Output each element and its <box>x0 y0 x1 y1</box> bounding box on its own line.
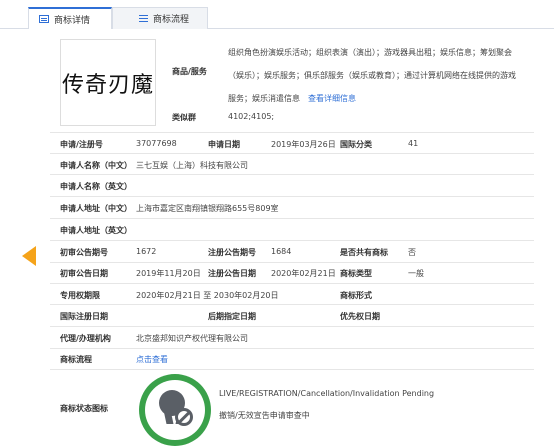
reg-issue-label: 注册公告期号 <box>208 248 256 257</box>
list-icon <box>139 14 148 23</box>
trademark-logo: 传奇刃魔 <box>60 39 156 126</box>
trademark-logo-text: 传奇刃魔 <box>61 72 154 98</box>
app-date-label: 申请日期 <box>208 140 240 149</box>
row-divider <box>50 369 534 370</box>
status-text-cn: 撤销/无效宣告申请审查中 <box>219 411 310 420</box>
status-text-en: LIVE/REGISTRATION/Cancellation/Invalidat… <box>219 389 435 398</box>
reg-issue-value: 1684 <box>271 247 292 256</box>
row-divider <box>50 348 534 349</box>
goods-services-text: 组织角色扮演娱乐活动；组织表演（演出）；游戏器具出租；娱乐信息；筹划聚会（娱乐）… <box>228 41 518 110</box>
exclusive-label: 专用权期限 <box>60 291 100 300</box>
prelim-issue-value: 1672 <box>136 247 157 256</box>
reg-date-label: 注册公告日期 <box>208 269 256 278</box>
reg-date-value: 2020年02月21日 <box>271 269 336 278</box>
applicant-cn-value: 三七互娱（上海）科技有限公司 <box>136 161 248 170</box>
intl-class-label: 国际分类 <box>340 140 372 149</box>
document-icon <box>39 15 49 23</box>
row-divider <box>50 174 534 175</box>
applicant-cn-label: 申请人名称（中文） <box>60 161 132 170</box>
previous-arrow-icon[interactable] <box>22 246 36 266</box>
similar-group-value: 4102;4105; <box>228 112 275 121</box>
row-divider <box>50 262 534 263</box>
intl-class-value: 41 <box>408 139 419 148</box>
address-en-label: 申请人地址（英文） <box>60 226 132 235</box>
reg-no-value: 37077698 <box>136 139 177 148</box>
priority-label: 优先权日期 <box>340 312 380 321</box>
tab-label: 商标流程 <box>153 15 190 25</box>
similar-group-label: 类似群 <box>172 113 196 122</box>
agent-label: 代理/办理机构 <box>60 334 111 343</box>
address-cn-value: 上海市嘉定区南翔镇银翔路655号809室 <box>136 204 279 213</box>
row-divider <box>50 153 534 154</box>
row-divider <box>50 283 534 284</box>
goods-services-value: 组织角色扮演娱乐活动；组织表演（演出）；游戏器具出租；娱乐信息；筹划聚会（娱乐）… <box>228 48 516 103</box>
tab-trademark-process[interactable]: 商标流程 <box>112 7 208 29</box>
intl-reg-date-label: 国际注册日期 <box>60 312 108 321</box>
tab-label: 商标详情 <box>54 15 91 26</box>
row-divider <box>50 326 534 327</box>
tm-type-value: 一般 <box>408 269 424 278</box>
exclusive-value: 2020年02月21日 至 2030年02月20日 <box>136 291 279 300</box>
row-divider <box>50 196 534 197</box>
goods-services-label: 商品/服务 <box>172 67 207 76</box>
status-badge-icon <box>139 374 211 446</box>
applicant-en-label: 申请人名称（英文） <box>60 182 132 191</box>
prelim-date-value: 2019年11月20日 <box>136 269 201 278</box>
tm-type-label: 商标类型 <box>340 269 372 278</box>
app-date-value: 2019年03月26日 <box>271 140 336 149</box>
row-divider <box>50 304 534 305</box>
row-divider <box>50 240 534 241</box>
prelim-date-label: 初审公告日期 <box>60 269 108 278</box>
tm-form-label: 商标形式 <box>340 291 372 300</box>
shared-label: 是否共有商标 <box>340 248 388 257</box>
prohibited-icon <box>175 408 193 426</box>
reg-no-label: 申请/注册号 <box>60 140 103 149</box>
row-divider <box>50 218 534 219</box>
process-label: 商标流程 <box>60 355 92 364</box>
tab-bar: 商标详情 商标流程 <box>0 0 554 30</box>
address-cn-label: 申请人地址（中文） <box>60 204 132 213</box>
process-view-link[interactable]: 点击查看 <box>136 354 168 365</box>
prelim-issue-label: 初审公告期号 <box>60 248 108 257</box>
agent-value: 北京盛邦知识产权代理有限公司 <box>136 334 248 343</box>
row-divider <box>50 132 534 133</box>
shared-value: 否 <box>408 248 416 257</box>
tab-trademark-details[interactable]: 商标详情 <box>28 7 112 29</box>
status-icon-label: 商标状态图标 <box>60 404 108 413</box>
view-details-link[interactable]: 查看详细信息 <box>308 94 356 103</box>
later-date-label: 后期指定日期 <box>208 312 256 321</box>
